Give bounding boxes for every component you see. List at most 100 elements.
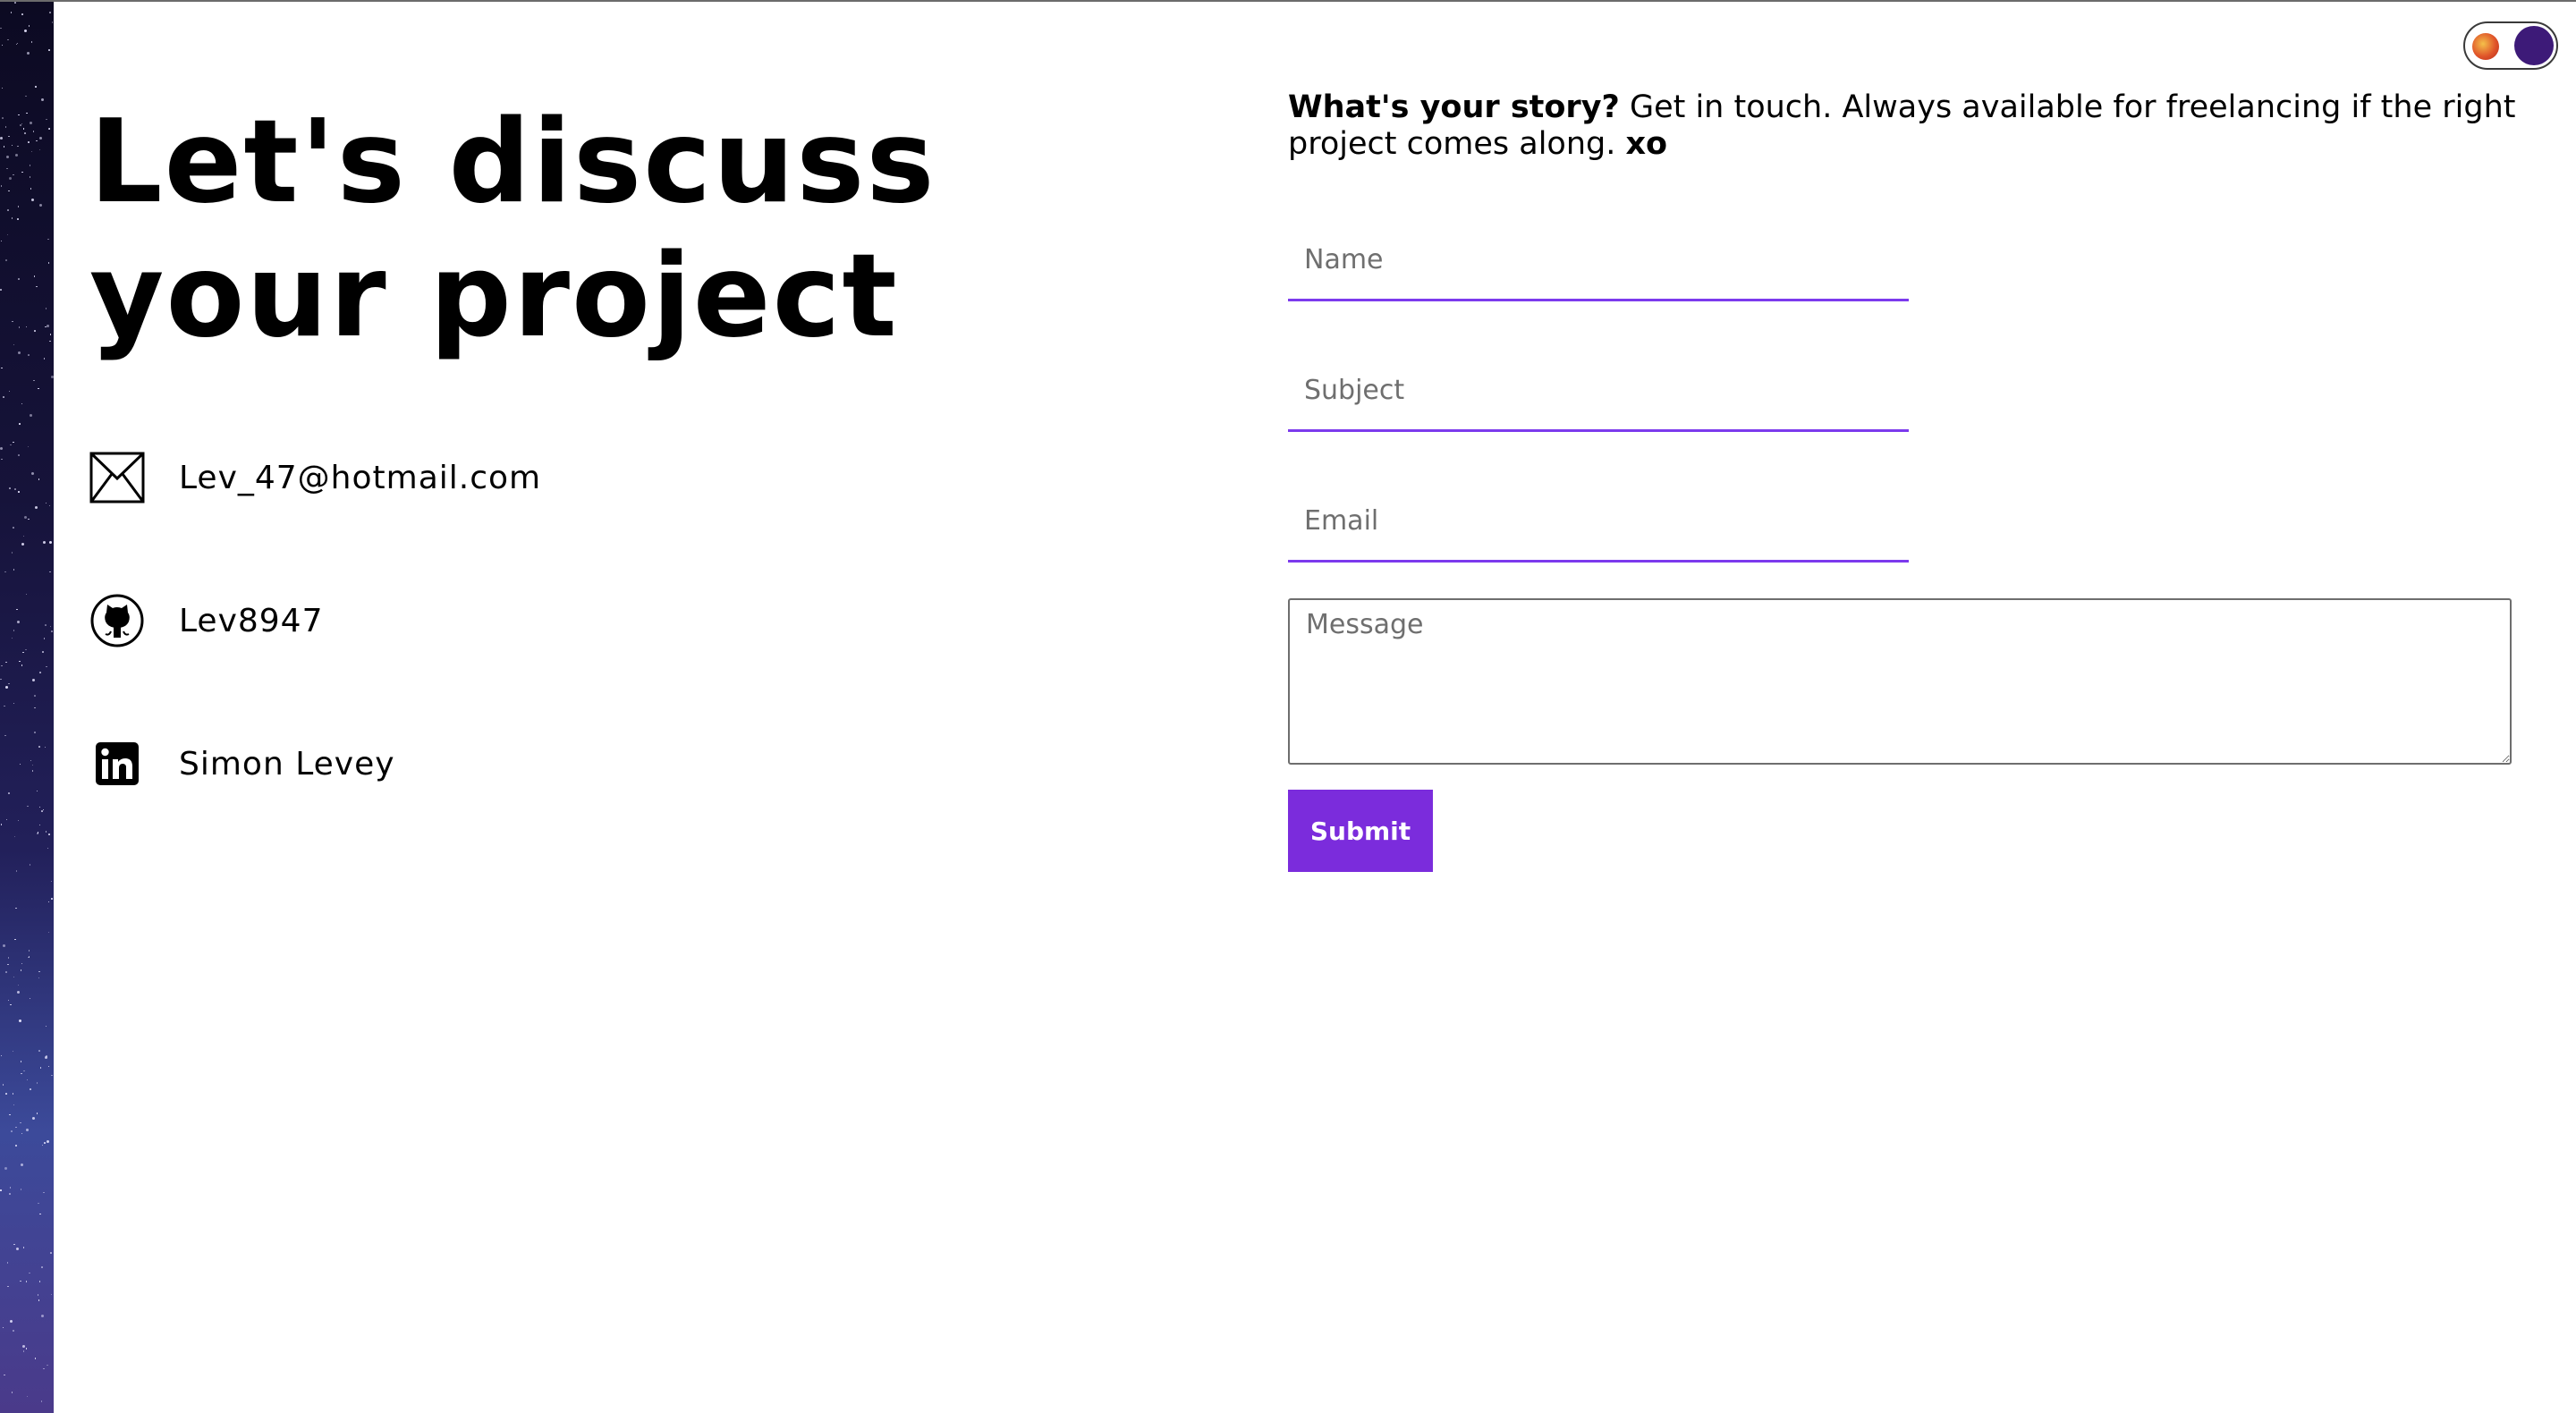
star-speck (20, 1061, 22, 1062)
star-speck (38, 746, 40, 748)
theme-toggle[interactable] (2463, 21, 2558, 70)
star-speck (12, 1050, 14, 1052)
star-speck (2, 943, 5, 947)
star-speck (25, 95, 27, 97)
star-speck (32, 131, 35, 132)
star-speck (22, 651, 24, 654)
star-speck (14, 153, 18, 157)
subject-input[interactable] (1288, 351, 1909, 432)
star-speck (11, 144, 13, 147)
star-speck (30, 41, 33, 43)
star-speck (5, 661, 7, 664)
star-speck (31, 679, 35, 682)
star-speck (44, 1142, 46, 1144)
email-link[interactable]: Lev_47@hotmail.com (179, 460, 541, 496)
page-title: Let's discuss your project (89, 96, 936, 364)
star-speck (7, 38, 9, 41)
star-speck (22, 1247, 25, 1248)
contact-item-github[interactable]: Lev8947 (89, 592, 1163, 649)
star-speck (41, 1144, 44, 1146)
star-speck (1, 664, 3, 667)
star-speck (20, 1280, 21, 1282)
message-textarea[interactable] (1288, 598, 2512, 765)
star-speck (12, 320, 13, 323)
star-speck (4, 705, 5, 707)
star-speck (30, 413, 33, 417)
star-speck (34, 706, 36, 709)
star-speck (29, 864, 31, 866)
star-speck (0, 1054, 3, 1057)
star-speck (36, 140, 38, 142)
star-speck (11, 217, 13, 219)
star-speck (26, 51, 30, 55)
star-speck (44, 746, 47, 749)
contact-item-email[interactable]: Lev_47@hotmail.com (89, 449, 1163, 506)
star-speck (28, 956, 30, 958)
star-speck (13, 1104, 15, 1106)
star-speck (45, 624, 47, 626)
star-speck (7, 957, 10, 959)
submit-button[interactable]: Submit (1288, 790, 1433, 872)
star-speck (51, 375, 54, 378)
star-speck (50, 1293, 53, 1296)
email-input[interactable] (1288, 482, 1909, 563)
star-speck (7, 999, 10, 1002)
star-speck (17, 206, 20, 207)
star-speck (38, 478, 40, 480)
star-speck (18, 278, 20, 280)
star-speck (49, 340, 51, 343)
star-speck (31, 199, 35, 202)
star-speck (15, 1145, 17, 1146)
contact-item-linkedin[interactable]: Simon Levey (89, 735, 1163, 792)
star-speck (19, 423, 21, 425)
star-speck (16, 608, 18, 611)
star-speck (17, 145, 19, 148)
star-speck (25, 1348, 28, 1350)
linkedin-icon (89, 736, 145, 791)
star-speck (33, 379, 35, 382)
name-input[interactable] (1288, 221, 1909, 301)
star-speck (10, 1319, 13, 1323)
star-speck (45, 831, 47, 833)
star-speck (42, 541, 46, 545)
star-speck (37, 833, 38, 834)
star-speck (22, 128, 25, 130)
star-speck (21, 543, 25, 546)
star-speck (8, 190, 10, 192)
star-speck (0, 447, 4, 451)
star-speck (38, 1050, 40, 1052)
star-speck (4, 126, 7, 128)
star-speck (28, 354, 30, 356)
star-speck (31, 1116, 35, 1120)
star-speck (0, 289, 2, 291)
star-speck (49, 334, 52, 335)
star-speck (48, 833, 50, 835)
star-speck (8, 682, 10, 685)
star-speck (21, 1072, 22, 1075)
star-speck (45, 308, 47, 309)
star-speck (15, 870, 18, 872)
star-speck (36, 1082, 38, 1084)
star-speck (14, 488, 16, 490)
star-speck (41, 1266, 43, 1268)
star-speck (15, 1126, 17, 1129)
star-speck (27, 805, 29, 808)
star-speck (51, 630, 53, 632)
star-speck (18, 114, 20, 116)
star-speck (22, 1350, 25, 1352)
star-speck (6, 233, 9, 236)
star-speck (9, 487, 11, 489)
star-speck (13, 1243, 15, 1246)
star-speck (16, 42, 19, 45)
star-speck (30, 759, 32, 762)
star-speck (0, 824, 3, 825)
linkedin-link[interactable]: Simon Levey (179, 746, 395, 783)
star-speck (49, 12, 51, 13)
star-speck (20, 124, 21, 126)
star-speck (18, 454, 20, 456)
contact-form: Submit (1288, 221, 2513, 872)
star-speck (28, 25, 30, 27)
page-title-line-1: Let's discuss (89, 96, 936, 229)
github-link[interactable]: Lev8947 (179, 603, 324, 639)
star-speck (42, 651, 44, 653)
